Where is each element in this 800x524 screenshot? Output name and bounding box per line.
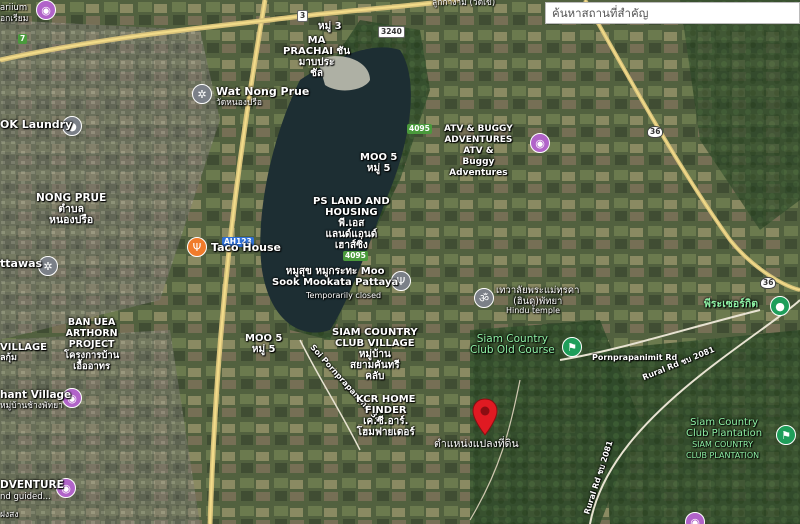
place-label-wat-nong-prue-th: วัดหนองปรือ [216,98,263,108]
place-label-taco-house: Taco House [211,241,282,254]
satellite-map[interactable]: 7 3 3240 4095 4095 AH123 36 36 ◉ ✲ ● Ψ ✲… [0,0,800,524]
place-label-elephant-village-th: หมู่บ้านช้างพัทยา [0,401,63,411]
place-label-top-left-th: อกเรียม [0,14,29,24]
place-label-hindu-temple-th: เทวาลัยพระแม่ทุรคา (ฮินดู)พัทยา [496,285,580,307]
place-label-moo5-south: MOO 5 หมู่ 5 [245,333,283,355]
camera-icon[interactable]: ◉ [36,0,56,20]
place-label-guided: nd guided... [0,492,51,502]
place-label-nong-prue: NONG PRUE ตำบล หนองปรือ [36,192,107,226]
golf-icon[interactable]: ⚑ [562,337,582,357]
om-icon[interactable]: ॐ [474,288,494,308]
place-label-kcr-home-finder: KCR HOME FINDER เค.ซี.อาร์. โฮมฟายเดอร์ [356,394,416,438]
road-label-pornprapanimit: Pornprapanimit Rd [592,353,678,362]
place-label-moo5-north: MOO 5 หมู่ 5 [360,152,398,174]
place-label-atv-adventures: ATV & BUGGY ADVENTURES ATV & Buggy Adven… [444,124,513,178]
place-status-mookata: Temporarily closed [306,291,382,300]
place-label-top-center: ลูกกางาม (วัดเข) [432,0,496,8]
place-label-wat-nong-prue: Wat Nong Prue [216,85,310,98]
place-label-mookata: หมูสุข หมูกระทะ Moo Sook Mookata Pattaya [272,266,399,288]
place-label-adventure: DVENTURE [0,479,64,491]
place-label-siam-plantation: Siam Country Club Plantation [686,417,763,439]
location-marker-icon[interactable] [472,398,498,436]
place-label-ps-land: PS LAND AND HOUSING พี.เอส แลนด์แอนด์ เฮ… [313,196,390,251]
place-label-village: VILLAGE [0,342,47,353]
temple-icon[interactable]: ✲ [192,84,212,104]
landmark-search-input[interactable] [545,2,800,24]
place-label-moo3: หมู่ 3 [318,21,342,32]
camera-icon[interactable]: ◉ [530,133,550,153]
route-36-shield-east: 36 [760,277,777,289]
golf-icon[interactable]: ⚑ [776,425,796,445]
place-label-village-th: ลกุ้ม [0,353,17,363]
route-4095-shield: 4095 [407,124,432,134]
route-3-shield: 3 [297,10,309,22]
location-label: ตำแหน่งแปลงที่ดิน [434,438,519,450]
place-label-ok-laundry: OK Laundry [0,118,73,131]
route-7-shield: 7 [18,34,28,44]
route-4095-shield-south: 4095 [343,251,368,261]
location-dot-icon[interactable]: ● [770,296,790,316]
place-label-siam-old-course: Siam Country Club Old Course [470,333,555,356]
place-label-siam-plantation-caps: SIAM COUNTRY CLUB PLANTATION [686,440,760,460]
satellite-terrain [0,0,800,524]
place-label-ban-uea-arthorn: BAN UEA ARTHORN PROJECT โครงการบ้าน เอื้… [64,317,120,372]
place-label-tawas: ttawas [0,257,43,270]
restaurant-icon[interactable]: Ψ [187,237,207,257]
place-label-top-left: ariium [0,3,28,13]
place-label-hindu-temple: Hindu temple [506,306,561,315]
place-label-elephant-village: hant Village [0,389,72,401]
place-label-bottom-left: ฝงสง [0,510,19,520]
place-label-ma-prachai: MA PRACHAI ชัน มาบประ ชัล [283,35,351,79]
place-label-phra-cert: พีระเซอร์กิต [704,298,759,310]
route-3240-shield: 3240 [378,26,405,38]
route-36-shield: 36 [647,126,664,138]
